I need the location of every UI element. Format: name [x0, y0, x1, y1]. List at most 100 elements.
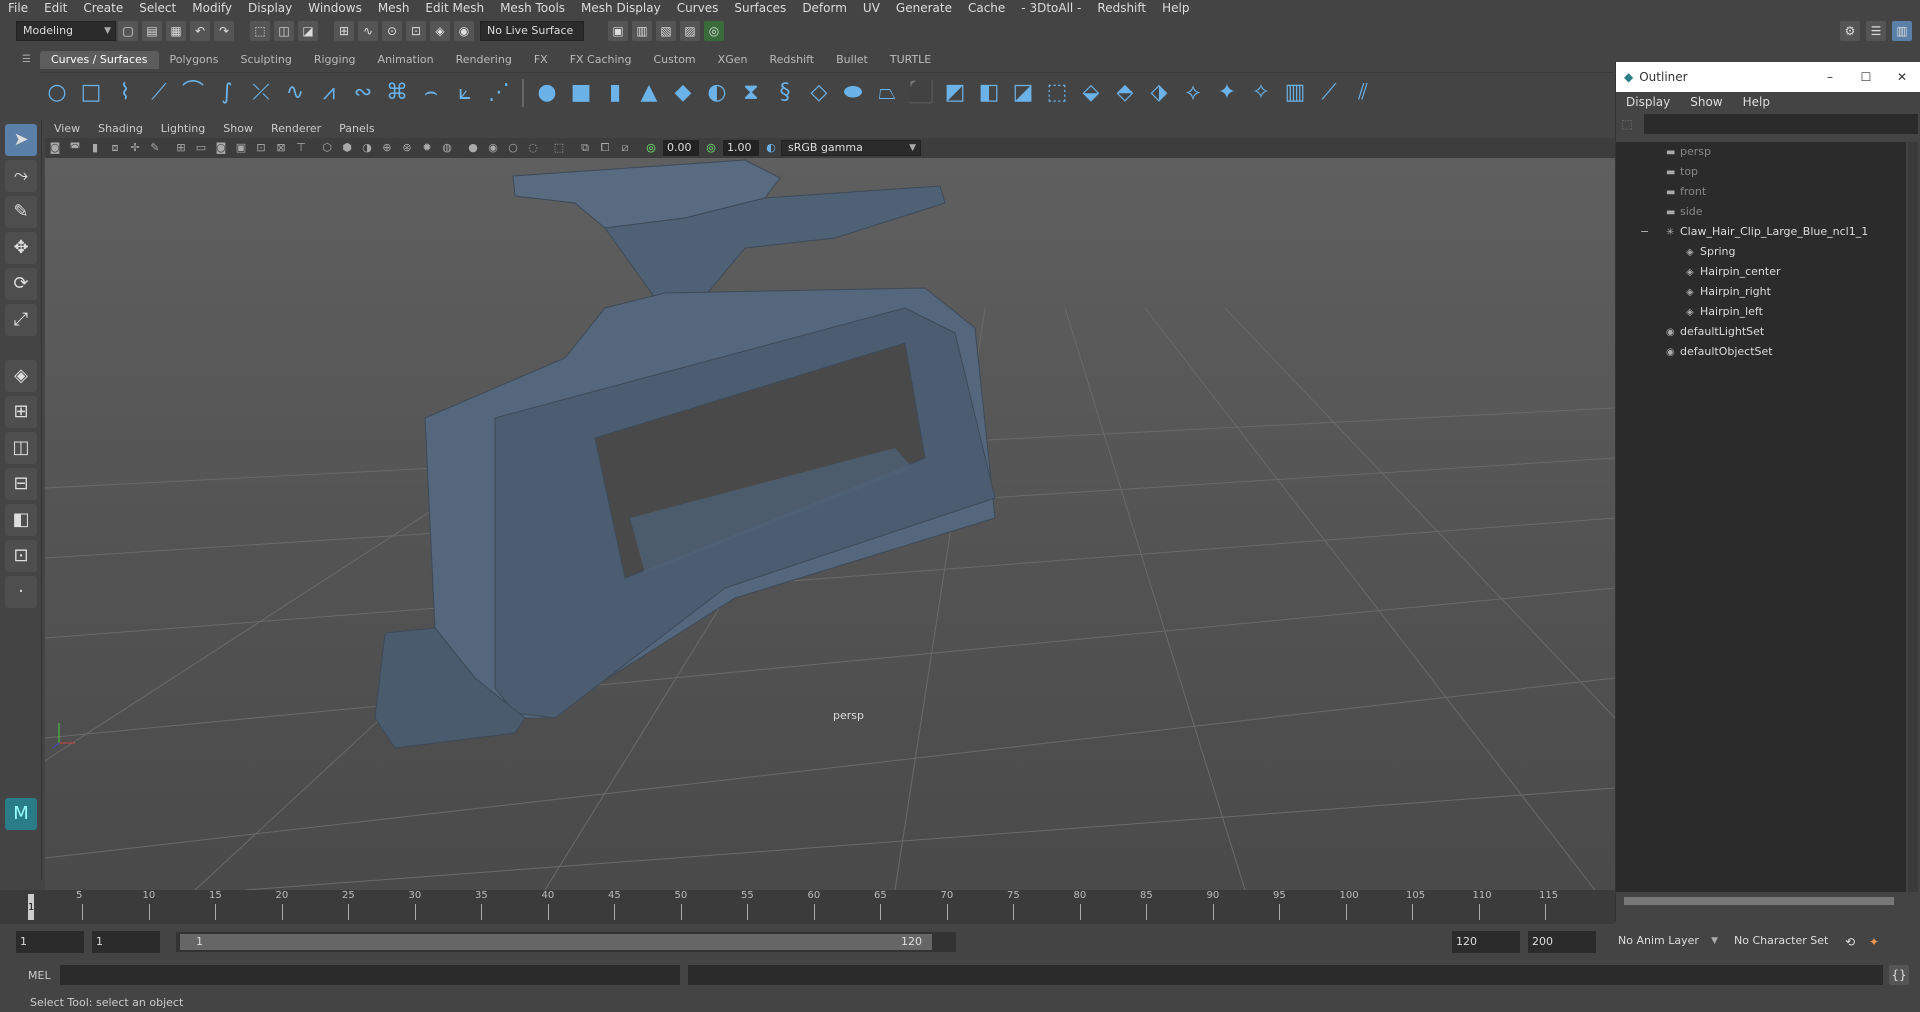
outliner-item[interactable]: ◈ Hairpin_right [1616, 282, 1906, 302]
open-scene-icon[interactable]: ▤ [142, 21, 162, 41]
shelf-tab[interactable]: Redshift [758, 51, 825, 69]
render-current-icon[interactable]: ▣ [608, 21, 628, 41]
pencil-curve-icon[interactable]: ∫ [213, 79, 241, 107]
channel-box-icon[interactable]: ▥ [1892, 21, 1912, 41]
anti-aliasing-icon[interactable]: ○ [505, 140, 521, 156]
shelf-tab[interactable]: Rigging [303, 51, 367, 69]
nurbs-square-icon[interactable]: □ [77, 79, 105, 107]
project-surface-icon[interactable]: ⬚ [1043, 79, 1071, 107]
panel-menu-item[interactable]: View [45, 120, 89, 138]
menu-item[interactable]: Cache [960, 0, 1013, 16]
shelf-tab[interactable]: Animation [367, 51, 445, 69]
outliner-search-input[interactable] [1644, 114, 1918, 134]
use-default-material-icon[interactable]: ◑ [359, 140, 375, 156]
rebuild-curve-icon[interactable]: ∾ [349, 79, 377, 107]
grease-pencil-icon[interactable]: ✎ [147, 140, 163, 156]
attach-curves-icon[interactable]: ∿ [281, 79, 309, 107]
menu-item[interactable]: Curves [669, 0, 727, 16]
persp-outliner-icon[interactable]: ◧ [5, 504, 37, 536]
menu-item[interactable]: Deform [794, 0, 855, 16]
menu-item[interactable]: Surfaces [726, 0, 794, 16]
outliner-menu-item[interactable]: Help [1733, 95, 1780, 109]
command-input[interactable] [60, 965, 680, 985]
menu-item[interactable]: File [0, 0, 36, 16]
panel-menu-item[interactable]: Panels [330, 120, 383, 138]
snap-grid-icon[interactable]: ⊞ [334, 21, 354, 41]
layout-icon[interactable]: ⊡ [5, 540, 37, 572]
animation-prefs-icon[interactable]: ✦ [1864, 932, 1884, 952]
loft-icon[interactable]: § [771, 79, 799, 107]
shelf-tab[interactable]: FX Caching [559, 51, 643, 69]
detach-surfaces-icon[interactable]: ✧ [1247, 79, 1275, 107]
persp-graph-icon[interactable]: ⊟ [5, 468, 37, 500]
script-editor-icon[interactable]: {} [1889, 965, 1909, 985]
snap-vertex-icon[interactable]: ◉ [454, 21, 474, 41]
nurbs-cube-icon[interactable]: ■ [567, 79, 595, 107]
select-object-icon[interactable]: ◫ [274, 21, 294, 41]
close-icon[interactable]: ✕ [1884, 70, 1920, 84]
gamma-field[interactable]: 1.00 [723, 140, 759, 156]
wireframe-on-shaded-icon[interactable]: ⊕ [379, 140, 395, 156]
shelf-tab[interactable]: Bullet [825, 51, 879, 69]
nurbs-cone-icon[interactable]: ▲ [635, 79, 663, 107]
offset-curve-icon[interactable]: ⌘ [383, 79, 411, 107]
wireframe-icon[interactable]: ⬡ [319, 140, 335, 156]
hypershade-icon[interactable]: ▨ [680, 21, 700, 41]
trim-icon[interactable]: ⬙ [1077, 79, 1105, 107]
single-view-icon[interactable]: ◈ [5, 360, 37, 392]
range-slider-handle[interactable] [180, 934, 932, 950]
panel-menu-item[interactable]: Show [214, 120, 262, 138]
safe-action-icon[interactable]: ⊠ [273, 140, 289, 156]
menu-item[interactable]: Windows [300, 0, 370, 16]
time-slider[interactable]: 1 5 10 15 20 25 30 35 40 45 50 55 60 65 70 75 80 85 90 95 1… [0, 890, 1615, 924]
outliner-item[interactable]: ▬ front [1616, 182, 1906, 202]
bezier-curve-icon[interactable]: ⌒ [179, 79, 207, 107]
nurbs-sphere-icon[interactable]: ● [533, 79, 561, 107]
redo-icon[interactable]: ↷ [214, 21, 234, 41]
image-plane-icon[interactable]: ⧈ [107, 140, 123, 156]
shelf-tab[interactable]: Rendering [445, 51, 523, 69]
outliner-item[interactable]: ▬ persp [1616, 142, 1906, 162]
attribute-editor-icon[interactable]: ☰ [1866, 21, 1886, 41]
ep-curve-icon[interactable]: ⟋ [145, 79, 173, 107]
project-curve-icon[interactable]: ⟀ [451, 79, 479, 107]
auto-key-icon[interactable]: ⟲ [1840, 932, 1860, 952]
live-surface-field[interactable]: No Live Surface [480, 21, 584, 41]
square-surface-icon[interactable]: ◩ [941, 79, 969, 107]
menu-item[interactable]: Mesh Tools [492, 0, 573, 16]
menu-item[interactable]: Mesh [370, 0, 418, 16]
playback-start-field[interactable]: 1 [92, 931, 160, 953]
outliner-item[interactable]: ◉ defaultLightSet [1616, 322, 1906, 342]
snap-point-icon[interactable]: ⊙ [382, 21, 402, 41]
menu-item[interactable]: Redshift [1089, 0, 1154, 16]
xray-joints-icon[interactable]: ⧠ [597, 140, 613, 156]
menu-item[interactable]: Modify [184, 0, 240, 16]
render-settings-icon[interactable]: ▧ [656, 21, 676, 41]
shelf-tab[interactable]: Curves / Surfaces [40, 51, 159, 69]
outliner-item[interactable]: ◈ Hairpin_left [1616, 302, 1906, 322]
end-time-field[interactable]: 200 [1528, 931, 1596, 953]
panel-menu-item[interactable]: Shading [89, 120, 152, 138]
cv-curve-icon[interactable]: ⌇ [111, 79, 139, 107]
start-time-field[interactable]: 1 [16, 931, 84, 953]
motion-blur-icon[interactable]: ◉ [485, 140, 501, 156]
script-language-toggle[interactable]: MEL [0, 969, 60, 982]
attach-surfaces-icon[interactable]: ✦ [1213, 79, 1241, 107]
snap-curve-icon[interactable]: ∿ [358, 21, 378, 41]
color-management-icon[interactable]: ◐ [763, 140, 779, 156]
outliner-item[interactable]: ▬ top [1616, 162, 1906, 182]
safe-title-icon[interactable]: ⊤ [293, 140, 309, 156]
birail-icon[interactable]: ⏢ [873, 79, 901, 107]
new-scene-icon[interactable]: ▢ [118, 21, 138, 41]
nurbs-circle-icon[interactable]: ○ [43, 79, 71, 107]
snap-surface-icon[interactable]: ◈ [430, 21, 450, 41]
playback-end-field[interactable]: 120 [1452, 931, 1520, 953]
outliner-scrollbar[interactable] [1908, 142, 1918, 892]
nurbs-torus-icon[interactable]: ◐ [703, 79, 731, 107]
character-set-select[interactable]: No Character Set [1728, 932, 1838, 952]
outliner-item[interactable]: ▬ side [1616, 202, 1906, 222]
nurbs-cylinder-icon[interactable]: ▮ [601, 79, 629, 107]
menu-item[interactable]: Edit Mesh [417, 0, 492, 16]
menu-item[interactable]: UV [855, 0, 888, 16]
camera-select-icon[interactable]: ◙ [47, 140, 63, 156]
